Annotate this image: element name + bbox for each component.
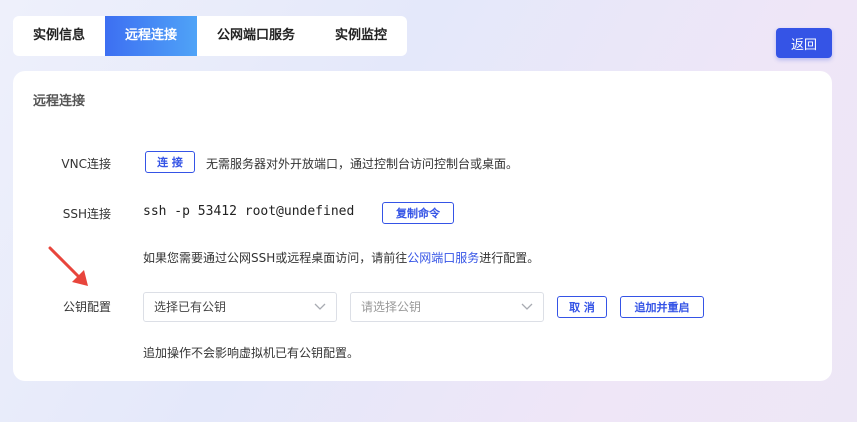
ssh-command: ssh -p 53412 root@undefined bbox=[143, 204, 355, 219]
key-select-placeholder: 请选择公钥 bbox=[361, 300, 422, 314]
chevron-down-icon bbox=[314, 303, 326, 310]
ssh-hint-suffix: 进行配置。 bbox=[479, 251, 540, 265]
vnc-label: VNC连接 bbox=[61, 157, 111, 171]
chevron-down-icon bbox=[521, 303, 533, 310]
tab-remote-connection[interactable]: 远程连接 bbox=[105, 16, 197, 56]
key-select[interactable]: 请选择公钥 bbox=[350, 292, 544, 322]
cancel-button[interactable]: 取 消 bbox=[557, 296, 607, 318]
existing-key-select[interactable]: 选择已有公钥 bbox=[143, 292, 337, 322]
back-button[interactable]: 返回 bbox=[776, 28, 832, 58]
tab-instance-info[interactable]: 实例信息 bbox=[13, 16, 105, 56]
tab-instance-monitor[interactable]: 实例监控 bbox=[315, 16, 407, 56]
vnc-connect-button[interactable]: 连 接 bbox=[145, 151, 195, 173]
existing-key-select-value: 选择已有公钥 bbox=[154, 300, 227, 314]
append-and-restart-button[interactable]: 追加并重启 bbox=[620, 296, 704, 318]
tab-bar: 实例信息 远程连接 公网端口服务 实例监控 bbox=[13, 16, 407, 56]
public-key-label: 公钥配置 bbox=[62, 300, 111, 314]
ssh-hint-prefix: 如果您需要通过公网SSH或远程桌面访问，请前往 bbox=[143, 251, 408, 265]
annotation-arrow-icon bbox=[48, 246, 88, 286]
ssh-label: SSH连接 bbox=[62, 207, 111, 221]
key-note: 追加操作不会影响虚拟机已有公钥配置。 bbox=[143, 346, 360, 360]
public-port-service-link[interactable]: 公网端口服务 bbox=[407, 251, 479, 265]
remote-connection-card: 远程连接 VNC连接 连 接 无需服务器对外开放端口，通过控制台访问控制台或桌面… bbox=[13, 71, 832, 381]
copy-command-button[interactable]: 复制命令 bbox=[382, 202, 454, 224]
ssh-hint: 如果您需要通过公网SSH或远程桌面访问，请前往公网端口服务进行配置。 bbox=[143, 249, 539, 266]
vnc-description: 无需服务器对外开放端口，通过控制台访问控制台或桌面。 bbox=[206, 157, 519, 171]
card-title: 远程连接 bbox=[33, 94, 86, 109]
tab-public-port-service[interactable]: 公网端口服务 bbox=[197, 16, 315, 56]
